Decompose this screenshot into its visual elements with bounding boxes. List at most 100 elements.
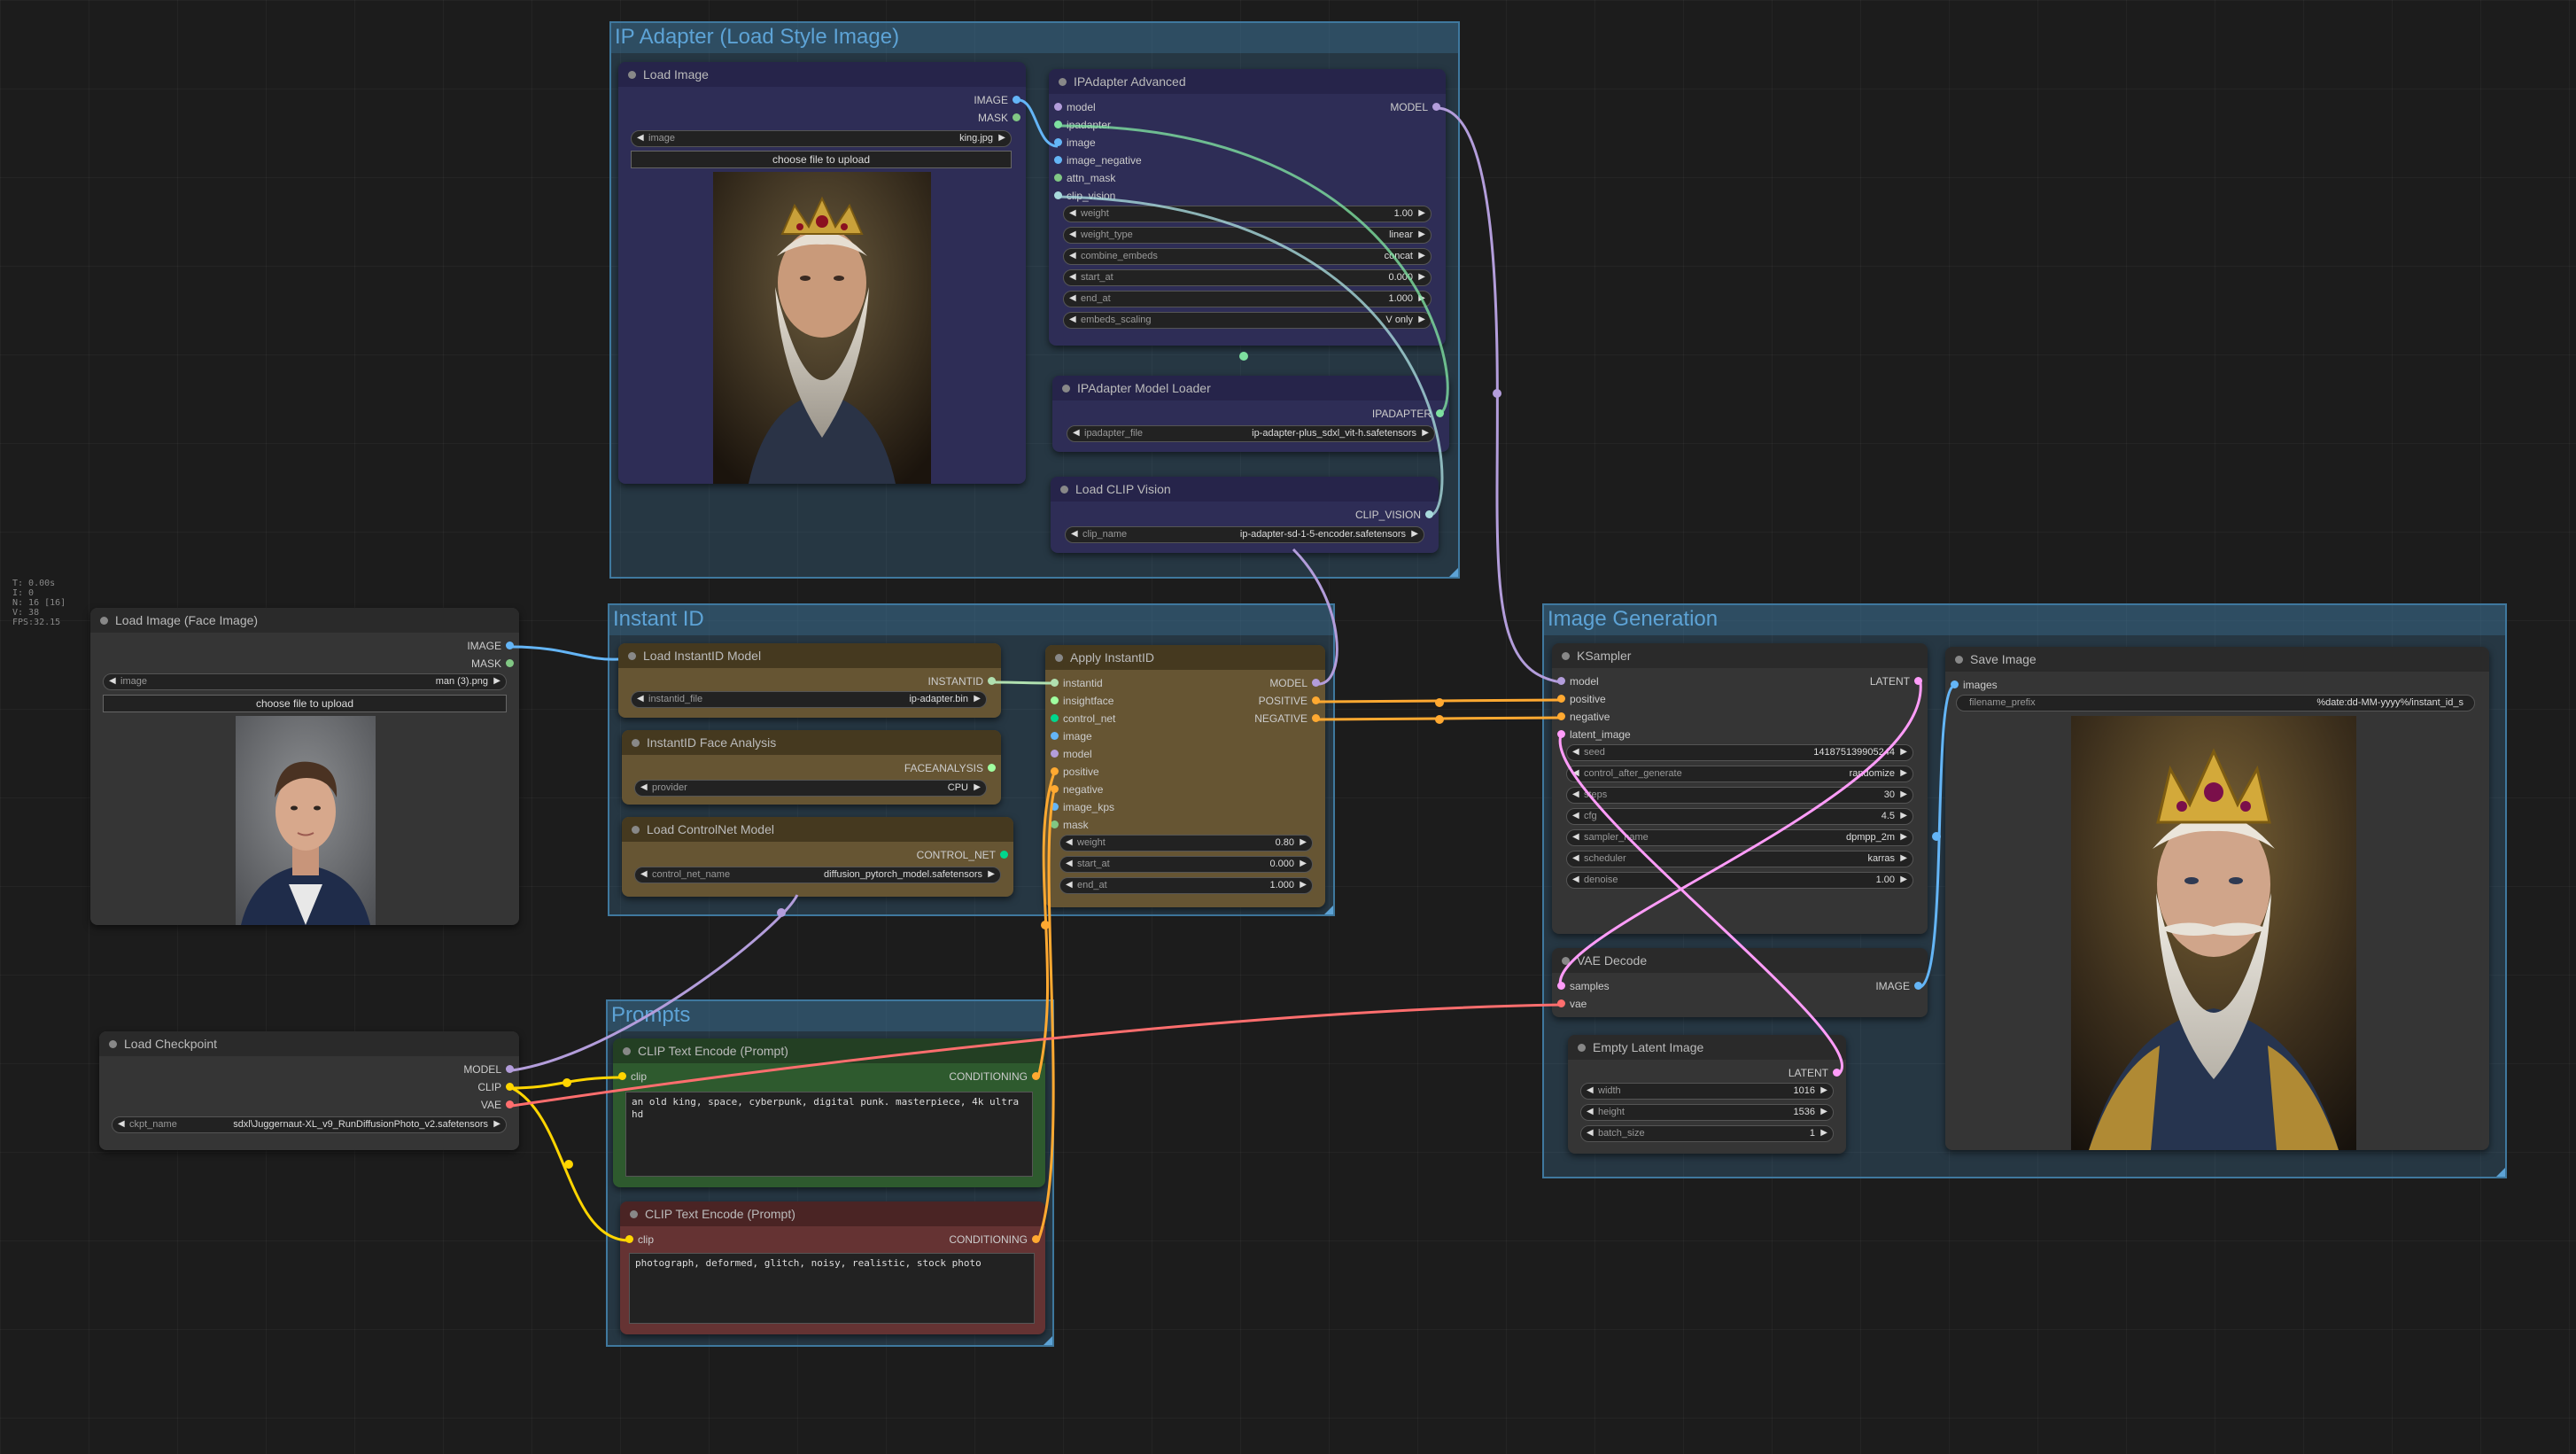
decrement-arrow-icon[interactable]: ◀ xyxy=(640,782,648,792)
slot-dot[interactable] xyxy=(625,1235,633,1243)
widget-image-select[interactable]: ◀ image king.jpg ▶ xyxy=(631,130,1012,147)
collapse-toggle[interactable] xyxy=(1562,652,1570,660)
decrement-arrow-icon[interactable]: ◀ xyxy=(1572,832,1579,842)
decrement-arrow-icon[interactable]: ◀ xyxy=(1587,1128,1594,1138)
collapse-toggle[interactable] xyxy=(630,1210,638,1218)
output-latent[interactable]: LATENT xyxy=(1788,1067,1846,1079)
slot-dot[interactable] xyxy=(1833,1069,1841,1077)
collapse-toggle[interactable] xyxy=(1055,654,1063,662)
decrement-arrow-icon[interactable]: ◀ xyxy=(1066,837,1073,847)
decrement-arrow-icon[interactable]: ◀ xyxy=(1572,768,1579,778)
slot-dot[interactable] xyxy=(1051,820,1059,828)
input-latent-image[interactable]: latent_image xyxy=(1552,728,1631,741)
node-apply-instantid[interactable]: Apply InstantID instantid insightface co… xyxy=(1045,645,1325,907)
decrement-arrow-icon[interactable]: ◀ xyxy=(109,676,116,686)
increment-arrow-icon[interactable]: ▶ xyxy=(1418,229,1425,239)
node-title[interactable]: IPAdapter Model Loader xyxy=(1052,376,1449,400)
node-load-instantid-model[interactable]: Load InstantID Model INSTANTID ◀ instanti… xyxy=(618,643,1001,718)
slot-dot[interactable] xyxy=(1557,695,1565,703)
input-positive[interactable]: positive xyxy=(1045,766,1099,778)
slot-dot[interactable] xyxy=(1312,714,1320,722)
node-title[interactable]: Load ControlNet Model xyxy=(622,817,1013,842)
decrement-arrow-icon[interactable]: ◀ xyxy=(1069,272,1076,282)
node-empty-latent-image[interactable]: Empty Latent Image LATENT ◀ width 1016 ▶ ◀ h… xyxy=(1568,1035,1846,1154)
widget-ckpt-name[interactable]: ◀ ckpt_name sdxl\Juggernaut-XL_v9_RunDiffu… xyxy=(112,1116,507,1133)
slot-dot[interactable] xyxy=(1557,999,1565,1007)
slot-dot[interactable] xyxy=(506,641,514,649)
input-samples[interactable]: samples xyxy=(1552,980,1610,992)
node-title[interactable]: CLIP Text Encode (Prompt) xyxy=(613,1038,1045,1063)
decrement-arrow-icon[interactable]: ◀ xyxy=(1073,428,1080,438)
slot-dot[interactable] xyxy=(1312,679,1320,687)
widget-width[interactable]: ◀ width 1016 ▶ xyxy=(1580,1083,1834,1100)
node-vae-decode[interactable]: VAE Decode samples vae IMAGE xyxy=(1552,948,1928,1017)
widget-control-net-name[interactable]: ◀ control_net_name diffusion_pytorch_model… xyxy=(634,867,1001,883)
output-mask[interactable]: MASK xyxy=(978,112,1026,124)
node-title[interactable]: Empty Latent Image xyxy=(1568,1035,1846,1060)
collapse-toggle[interactable] xyxy=(1955,656,1963,664)
upload-button[interactable]: choose file to upload xyxy=(103,695,507,712)
node-ipadapter-advanced[interactable]: IPAdapter Advanced model ipadapter image… xyxy=(1049,69,1446,346)
widget-combine-embeds[interactable]: ◀ combine_embeds concat ▶ xyxy=(1063,248,1432,265)
increment-arrow-icon[interactable]: ▶ xyxy=(1418,208,1425,218)
node-load-clip-vision[interactable]: Load CLIP Vision CLIP_VISION ◀ clip_name i… xyxy=(1051,477,1439,553)
input-images[interactable]: images xyxy=(1945,679,1998,691)
widget-control-after-generate[interactable]: ◀ control_after_generate randomize ▶ xyxy=(1566,766,1913,782)
group-resize-handle[interactable] xyxy=(1324,906,1333,914)
slot-dot[interactable] xyxy=(1557,982,1565,990)
slot-dot[interactable] xyxy=(506,659,514,667)
collapse-toggle[interactable] xyxy=(1060,486,1068,494)
decrement-arrow-icon[interactable]: ◀ xyxy=(1069,315,1076,324)
node-clip-text-encode-negative[interactable]: CLIP Text Encode (Prompt) clip CONDITION… xyxy=(620,1201,1045,1334)
slot-dot[interactable] xyxy=(1000,851,1008,859)
slot-dot[interactable] xyxy=(988,764,996,772)
decrement-arrow-icon[interactable]: ◀ xyxy=(1069,208,1076,218)
widget-embeds-scaling[interactable]: ◀ embeds_scaling V only ▶ xyxy=(1063,312,1432,329)
increment-arrow-icon[interactable]: ▶ xyxy=(1300,859,1307,868)
decrement-arrow-icon[interactable]: ◀ xyxy=(1069,293,1076,303)
slot-dot[interactable] xyxy=(1051,732,1059,740)
output-conditioning[interactable]: CONDITIONING xyxy=(949,1233,1045,1246)
increment-arrow-icon[interactable]: ▶ xyxy=(1418,272,1425,282)
node-title[interactable]: Apply InstantID xyxy=(1045,645,1325,670)
decrement-arrow-icon[interactable]: ◀ xyxy=(1572,875,1579,884)
node-load-image-face[interactable]: Load Image (Face Image) IMAGE MASK ◀ imag… xyxy=(90,608,519,925)
widget-filename-prefix[interactable]: filename_prefix %date:dd-MM-yyyy%/instant… xyxy=(1956,695,2475,711)
output-model[interactable]: MODEL xyxy=(1269,677,1325,689)
increment-arrow-icon[interactable]: ▶ xyxy=(1900,853,1907,863)
slot-dot[interactable] xyxy=(1914,982,1922,990)
node-title[interactable]: Load InstantID Model xyxy=(618,643,1001,668)
output-control-net[interactable]: CONTROL_NET xyxy=(917,849,1013,861)
slot-dot[interactable] xyxy=(1054,156,1062,164)
decrement-arrow-icon[interactable]: ◀ xyxy=(637,133,644,143)
collapse-toggle[interactable] xyxy=(632,826,640,834)
collapse-toggle[interactable] xyxy=(1059,78,1067,86)
widget-steps[interactable]: ◀ steps 30 ▶ xyxy=(1566,787,1913,804)
node-instantid-face-analysis[interactable]: InstantID Face Analysis FACEANALYSIS ◀ pr… xyxy=(622,730,1001,805)
node-title[interactable]: IPAdapter Advanced xyxy=(1049,69,1446,94)
slot-dot[interactable] xyxy=(1051,679,1059,687)
input-instantid[interactable]: instantid xyxy=(1045,677,1103,689)
output-clip-vision[interactable]: CLIP_VISION xyxy=(1355,509,1439,521)
widget-seed[interactable]: ◀ seed 141875139905244 ▶ xyxy=(1566,744,1913,761)
increment-arrow-icon[interactable]: ▶ xyxy=(1900,811,1907,820)
slot-dot[interactable] xyxy=(618,1072,626,1080)
collapse-toggle[interactable] xyxy=(1562,957,1570,965)
node-load-controlnet-model[interactable]: Load ControlNet Model CONTROL_NET ◀ contr… xyxy=(622,817,1013,897)
slot-dot[interactable] xyxy=(1032,1235,1040,1243)
node-title[interactable]: VAE Decode xyxy=(1552,948,1928,973)
group-resize-handle[interactable] xyxy=(1044,1336,1052,1345)
decrement-arrow-icon[interactable]: ◀ xyxy=(640,869,648,879)
collapse-toggle[interactable] xyxy=(623,1047,631,1055)
widget-height[interactable]: ◀ height 1536 ▶ xyxy=(1580,1104,1834,1121)
slot-dot[interactable] xyxy=(1312,696,1320,704)
slot-dot[interactable] xyxy=(1557,730,1565,738)
node-title[interactable]: Load CLIP Vision xyxy=(1051,477,1439,502)
decrement-arrow-icon[interactable]: ◀ xyxy=(1066,859,1073,868)
slot-dot[interactable] xyxy=(1557,677,1565,685)
widget-cfg[interactable]: ◀ cfg 4.5 ▶ xyxy=(1566,808,1913,825)
collapse-toggle[interactable] xyxy=(632,739,640,747)
increment-arrow-icon[interactable]: ▶ xyxy=(493,1119,500,1129)
output-clip[interactable]: CLIP xyxy=(477,1081,519,1093)
increment-arrow-icon[interactable]: ▶ xyxy=(988,869,995,879)
